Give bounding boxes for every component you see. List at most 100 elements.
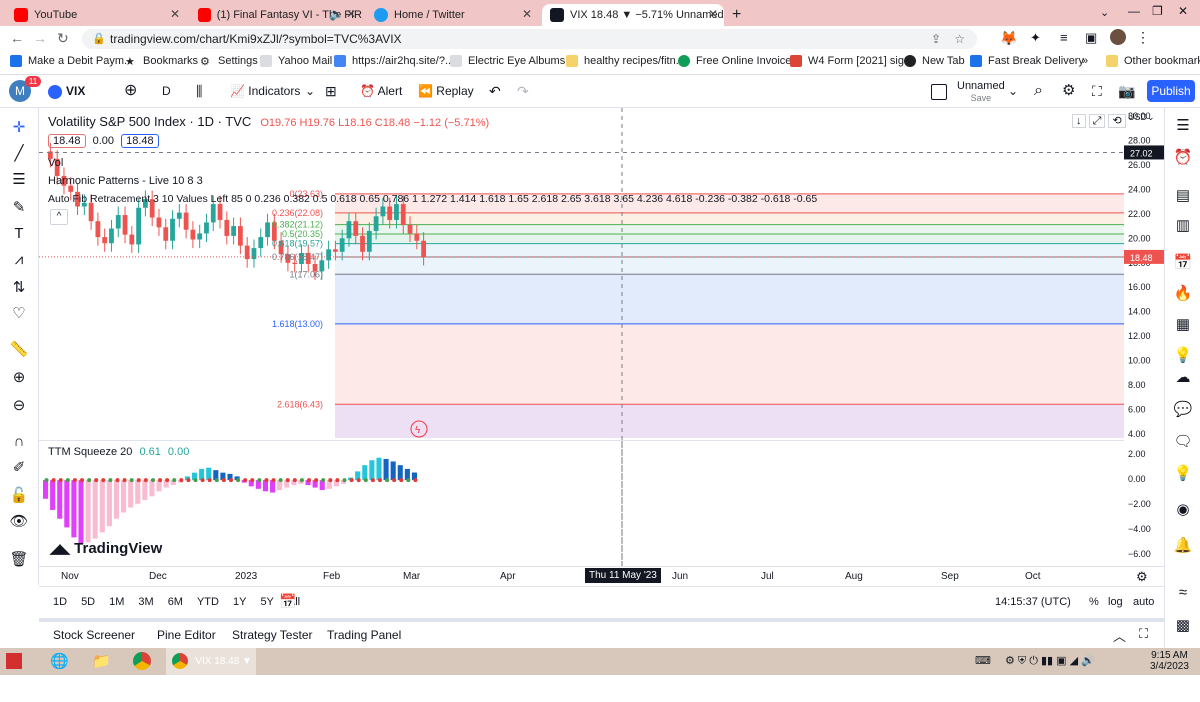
fib-icon[interactable]: ☰ [9, 170, 29, 190]
trash-icon[interactable]: 🗑 [9, 550, 29, 570]
share-icon[interactable]: ⇪ [931, 29, 941, 49]
bookmark-item[interactable]: Free Online Invoice... [678, 55, 801, 67]
move-down-icon[interactable]: ↓ [1072, 114, 1086, 128]
broadcast-icon[interactable]: ◉ [1173, 500, 1193, 520]
auto-toggle[interactable]: auto [1133, 596, 1154, 608]
news-icon[interactable]: 📅 [1173, 253, 1193, 273]
watchlist-icon[interactable]: ☰ [1173, 116, 1193, 136]
bookmark-item[interactable]: healthy recipes/fitn... [566, 55, 685, 67]
alert-button[interactable]: ⏰ Alert [360, 75, 402, 107]
goto-date-icon[interactable]: 📅 [279, 593, 296, 610]
tab-search-icon[interactable]: ⌄ [1100, 6, 1109, 19]
bookmark-item[interactable]: New Tab [904, 55, 965, 67]
prediction-icon[interactable]: ⇅ [9, 278, 29, 298]
ttm-legend[interactable]: TTM Squeeze 20 0.61 0.00 [48, 446, 189, 458]
ttm-squeeze-pane[interactable] [39, 440, 1124, 566]
hotlists-icon[interactable]: ▥ [1173, 216, 1193, 236]
range-button[interactable]: 6M [168, 596, 183, 608]
fullscreen-icon[interactable]: ⛶ [1092, 75, 1102, 107]
layout-checkbox-icon[interactable] [931, 84, 947, 100]
minds-icon[interactable]: ☁ [1173, 368, 1193, 388]
snapshot-icon[interactable]: 📷 [1118, 75, 1135, 107]
chrome-icon[interactable] [133, 652, 151, 670]
log-toggle[interactable]: log [1108, 596, 1123, 608]
close-icon[interactable]: ✕ [708, 7, 718, 21]
notifications-icon[interactable]: 🔔 [1173, 536, 1193, 556]
side-panel-icon[interactable]: ▣ [1085, 30, 1097, 46]
calendar-icon[interactable]: ▦ [1173, 315, 1193, 335]
maximize-pane-icon[interactable]: ⤢ [1088, 114, 1106, 128]
range-button[interactable]: 5D [81, 596, 95, 608]
bookmark-item[interactable]: Fast Break Delivery [970, 55, 1084, 67]
new-tab-button[interactable]: + [732, 4, 750, 26]
bookmark-item[interactable]: ⚙ Settings [200, 55, 258, 68]
system-clock[interactable]: 9:15 AM 3/4/2023 [1150, 650, 1189, 672]
menu-icon[interactable]: ⋮ [1136, 29, 1150, 46]
publish-button[interactable]: Publish [1147, 80, 1195, 102]
redo-icon[interactable]: ↷ [517, 75, 529, 107]
crosshair-icon[interactable]: ✛ [9, 118, 29, 138]
heart-icon[interactable]: ♡ [9, 304, 29, 324]
brush-icon[interactable]: ✎ [9, 198, 29, 218]
compare-add-icon[interactable]: ⊕ [124, 75, 137, 107]
tab-strategy-tester[interactable]: Strategy Tester [232, 628, 312, 642]
waves-icon[interactable]: ≈ [1173, 583, 1193, 603]
data-window-icon[interactable]: ▤ [1173, 186, 1193, 206]
windows-start-icon[interactable] [6, 653, 22, 669]
ie-icon[interactable]: 🌐 [50, 652, 69, 670]
percent-toggle[interactable]: % [1089, 596, 1099, 608]
range-button[interactable]: 1Y [233, 596, 246, 608]
bookmark-item[interactable]: Make a Debit Paym... [10, 55, 133, 67]
keyboard-icon[interactable]: ⌨ [975, 654, 991, 667]
bookmarks-overflow-button[interactable]: » [1082, 55, 1088, 67]
zoom-out-icon[interactable]: ⊖ [9, 396, 29, 416]
maximize-icon[interactable]: ❐ [1152, 4, 1163, 18]
lightbulb-icon[interactable]: 💡 [1173, 464, 1193, 484]
other-bookmarks[interactable]: Other bookmarks [1106, 55, 1200, 67]
ideas-icon[interactable]: 💡 [1173, 346, 1193, 366]
range-button[interactable]: 5Y [260, 596, 273, 608]
search-icon[interactable]: ⌕ [1034, 75, 1043, 107]
close-icon[interactable]: ✕ [346, 7, 356, 21]
tab-trading-panel[interactable]: Trading Panel [327, 628, 401, 642]
url-input[interactable]: 🔒 tradingview.com/chart/Kmi9xZJl/?symbol… [82, 29, 977, 49]
tab-stock-screener[interactable]: Stock Screener [53, 628, 135, 642]
tab-pine-editor[interactable]: Pine Editor [157, 628, 216, 642]
sell-button[interactable]: 18.48 [48, 134, 86, 148]
alerts-icon[interactable]: ⏰ [1173, 148, 1193, 168]
minimize-icon[interactable]: — [1128, 4, 1140, 18]
range-button[interactable]: YTD [197, 596, 219, 608]
reload-icon[interactable]: ↻ [57, 30, 69, 47]
dom-icon[interactable]: ▩ [1173, 616, 1193, 636]
tab-twitter[interactable]: Home / Twitter ✕ [366, 4, 538, 26]
expand-panel-icon[interactable]: ︿ [1113, 626, 1126, 645]
profile-avatar[interactable] [1110, 29, 1126, 45]
currency-selector[interactable]: USD⌄ [1128, 112, 1155, 123]
bookmark-item[interactable]: Electric Eye Albums:... [450, 55, 577, 67]
bookmark-star-icon[interactable]: ☆ [954, 29, 965, 49]
system-tray-icons[interactable]: ⚙ ⛨ ⏻ ▮▮ ▣ ◢ 🔊 [1005, 654, 1095, 668]
maximize-panel-icon[interactable]: ⛶ [1139, 626, 1148, 642]
reading-list-icon[interactable]: ≡ [1060, 30, 1068, 45]
ruler-icon[interactable]: 📏 [9, 340, 29, 360]
forward-icon[interactable]: → [33, 30, 47, 46]
taskbar-active-app[interactable]: VIX 18.48 ▼ ... [166, 648, 256, 694]
streams-icon[interactable]: 🔥 [1173, 284, 1193, 304]
autofib-legend[interactable]: Auto Fib Retracement 3 10 Values Left 85… [48, 193, 817, 205]
close-icon[interactable]: ✕ [522, 7, 532, 21]
range-button[interactable]: 3M [138, 596, 153, 608]
layout-name-button[interactable]: Unnamed Save [957, 80, 1005, 104]
layout-menu-icon[interactable]: ⌄ [1008, 75, 1018, 107]
eye-icon[interactable]: 👁 [9, 512, 29, 532]
replay-button[interactable]: ⏪ Replay [418, 75, 474, 107]
messages-icon[interactable]: 🗨 [1173, 432, 1193, 452]
price-axis[interactable]: 30.0028.0026.0024.0022.0020.0018.0016.00… [1124, 108, 1164, 566]
magnet-icon[interactable]: ∩ [9, 432, 29, 452]
range-button[interactable]: 1M [109, 596, 124, 608]
lock-drawing-icon[interactable]: ✐ [9, 458, 29, 478]
range-button[interactable]: 1D [53, 596, 67, 608]
clock-display[interactable]: 14:15:37 (UTC) [995, 596, 1071, 608]
metamask-icon[interactable]: 🦊 [1000, 30, 1017, 47]
time-axis[interactable]: Nov Dec 2023 Feb Mar Apr Jun Jul Aug Sep Oct Thu 11… [39, 566, 1164, 587]
undo-icon[interactable]: ↶ [489, 75, 501, 107]
